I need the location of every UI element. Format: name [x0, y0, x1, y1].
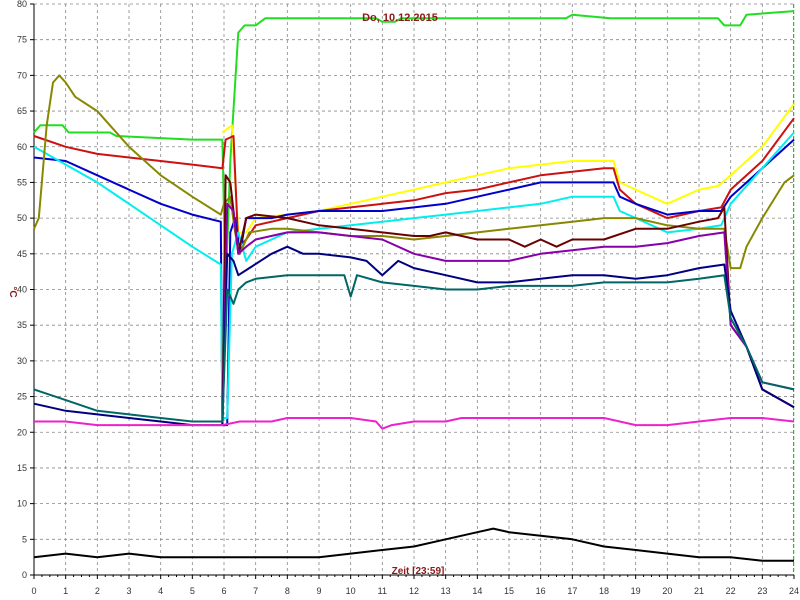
chart-title: Do, 10.12.2015 — [362, 12, 438, 24]
y-tick-label: 0 — [22, 570, 27, 580]
y-tick-label: 55 — [17, 177, 27, 187]
x-tick-label: 7 — [253, 586, 258, 596]
y-tick-label: 45 — [17, 249, 27, 259]
x-tick-label: 17 — [567, 586, 577, 596]
y-tick-label: 35 — [17, 320, 27, 330]
x-tick-label: 0 — [31, 586, 36, 596]
x-tick-label: 6 — [221, 586, 226, 596]
y-tick-label: 5 — [22, 534, 27, 544]
x-tick-label: 23 — [757, 586, 767, 596]
y-tick-label: 75 — [17, 35, 27, 45]
x-tick-label: 12 — [409, 586, 419, 596]
y-axis-label: °C — [7, 286, 18, 297]
x-tick-label: 21 — [694, 586, 704, 596]
x-tick-label: 5 — [190, 586, 195, 596]
x-tick-label: 13 — [441, 586, 451, 596]
x-tick-label: 18 — [599, 586, 609, 596]
x-tick-label: 4 — [158, 586, 163, 596]
y-tick-label: 80 — [17, 0, 27, 9]
x-tick-label: 10 — [346, 586, 356, 596]
x-tick-label: 9 — [316, 586, 321, 596]
x-tick-label: 22 — [726, 586, 736, 596]
x-tick-label: 24 — [789, 586, 799, 596]
y-tick-label: 10 — [17, 499, 27, 509]
y-tick-label: 50 — [17, 213, 27, 223]
x-tick-label: 19 — [631, 586, 641, 596]
y-tick-label: 70 — [17, 70, 27, 80]
x-tick-label: 20 — [662, 586, 672, 596]
series-line-8 — [221, 202, 795, 426]
series-line-6 — [33, 74, 795, 270]
y-tick-label: 25 — [17, 392, 27, 402]
x-tick-label: 14 — [472, 586, 482, 596]
line-chart: 0 1 2 3 4 5 6 7 8 9 10 11 12 13 14 15 16 17 18 19 20 21 22 23 24… — [7, 0, 799, 596]
x-tick-label: 15 — [504, 586, 514, 596]
x-tick-label: 16 — [536, 586, 546, 596]
x-axis-label: Zeit [23:59] — [392, 566, 445, 577]
x-tick-label: 8 — [285, 586, 290, 596]
y-tick-label: 15 — [17, 463, 27, 473]
y-tick-label: 30 — [17, 356, 27, 366]
y-tick-label: 60 — [17, 142, 27, 152]
y-tick-label: 20 — [17, 427, 27, 437]
grid — [34, 3, 794, 575]
x-tick-label: 2 — [95, 586, 100, 596]
y-tick-label: 65 — [17, 106, 27, 116]
x-tick-label: 1 — [63, 586, 68, 596]
x-tick-label: 11 — [378, 586, 387, 596]
x-tick-label: 3 — [126, 586, 131, 596]
axes: 0 1 2 3 4 5 6 7 8 9 10 11 12 13 14 15 16 17 18 19 20 21 22 23 24… — [17, 0, 799, 596]
